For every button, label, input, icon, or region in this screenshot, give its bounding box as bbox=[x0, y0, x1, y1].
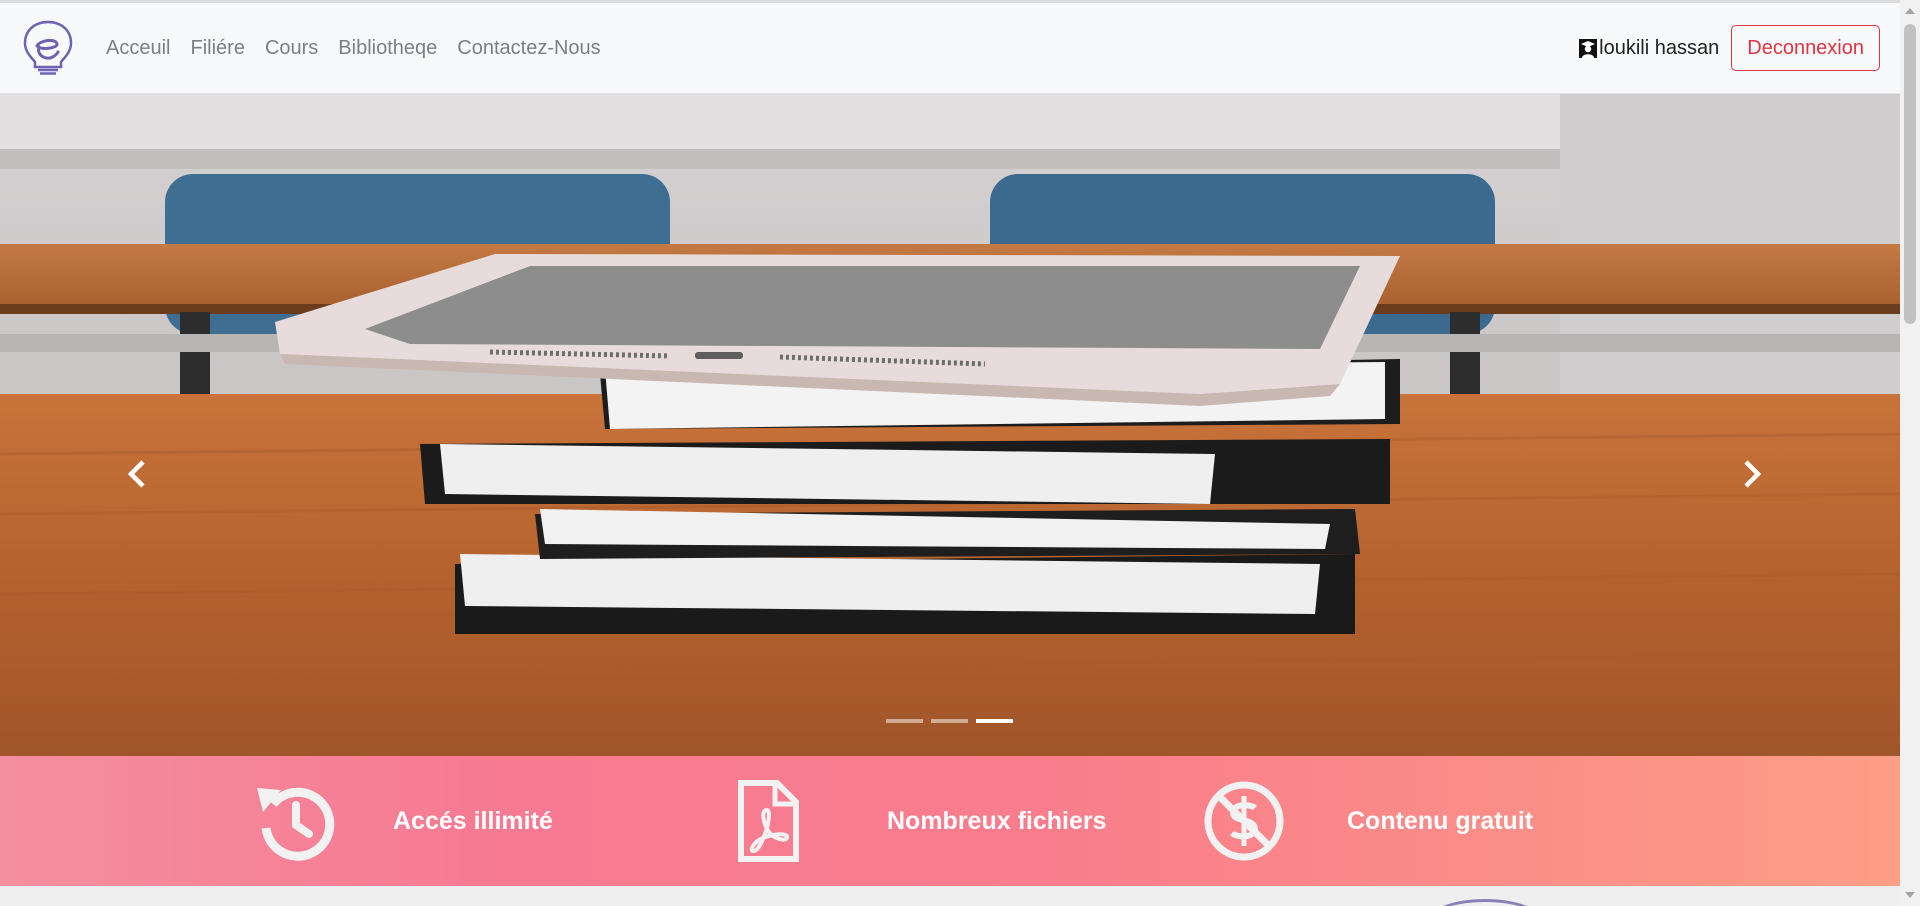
nav-link-acceuil[interactable]: Acceuil bbox=[106, 37, 170, 60]
user-info: loukili hassan bbox=[1579, 37, 1719, 60]
next-section-peek bbox=[0, 886, 1900, 906]
navbar: Acceuil Filiére Cours Bibliotheqe Contac… bbox=[0, 3, 1900, 94]
chevron-left-icon bbox=[127, 460, 145, 488]
carousel-indicators bbox=[886, 719, 1021, 723]
scrollbar-thumb[interactable] bbox=[1904, 24, 1916, 324]
tablet-on-books-photo bbox=[0, 94, 1900, 756]
feature-unlimited-access: Accés illimité bbox=[253, 756, 553, 886]
carousel-next-button[interactable] bbox=[1730, 444, 1774, 504]
pdf-file-icon bbox=[738, 780, 799, 862]
carousel-indicator-2[interactable] bbox=[931, 719, 968, 723]
scroll-down-arrow-icon[interactable] bbox=[1905, 892, 1915, 898]
history-icon bbox=[257, 787, 335, 861]
nav-link-contact[interactable]: Contactez-Nous bbox=[457, 37, 600, 60]
lightbulb-e-logo-icon[interactable] bbox=[20, 19, 76, 77]
feature-label: Nombreux fichiers bbox=[887, 806, 1107, 835]
nav-links: Acceuil Filiére Cours Bibliotheqe Contac… bbox=[106, 37, 621, 60]
nav-link-cours[interactable]: Cours bbox=[265, 37, 318, 60]
no-dollar-icon bbox=[1204, 781, 1284, 861]
nav-link-bibliotheque[interactable]: Bibliotheqe bbox=[338, 37, 437, 60]
nav-user-area: loukili hassan Deconnexion bbox=[1579, 25, 1880, 71]
scroll-up-arrow-icon[interactable] bbox=[1905, 8, 1915, 14]
carousel-indicator-3[interactable] bbox=[976, 719, 1013, 723]
feature-label: Accés illimité bbox=[393, 806, 553, 835]
chevron-right-icon bbox=[1744, 460, 1762, 488]
carousel-indicator-1[interactable] bbox=[886, 719, 923, 723]
features-banner: Accés illimité Nombreux fichiers Contenu… bbox=[0, 756, 1900, 886]
page-scrollbar[interactable] bbox=[1900, 0, 1920, 906]
logout-button[interactable]: Deconnexion bbox=[1731, 25, 1880, 71]
feature-many-files: Nombreux fichiers bbox=[727, 756, 1107, 886]
carousel-prev-button[interactable] bbox=[115, 444, 159, 504]
nav-link-filiere[interactable]: Filiére bbox=[190, 37, 244, 60]
hero-carousel bbox=[0, 94, 1900, 756]
partial-circle-graphic bbox=[1430, 899, 1540, 906]
user-name: loukili hassan bbox=[1599, 36, 1720, 59]
feature-label: Contenu gratuit bbox=[1347, 806, 1534, 835]
graduate-icon bbox=[1579, 39, 1598, 58]
feature-free-content: Contenu gratuit bbox=[1203, 756, 1533, 886]
